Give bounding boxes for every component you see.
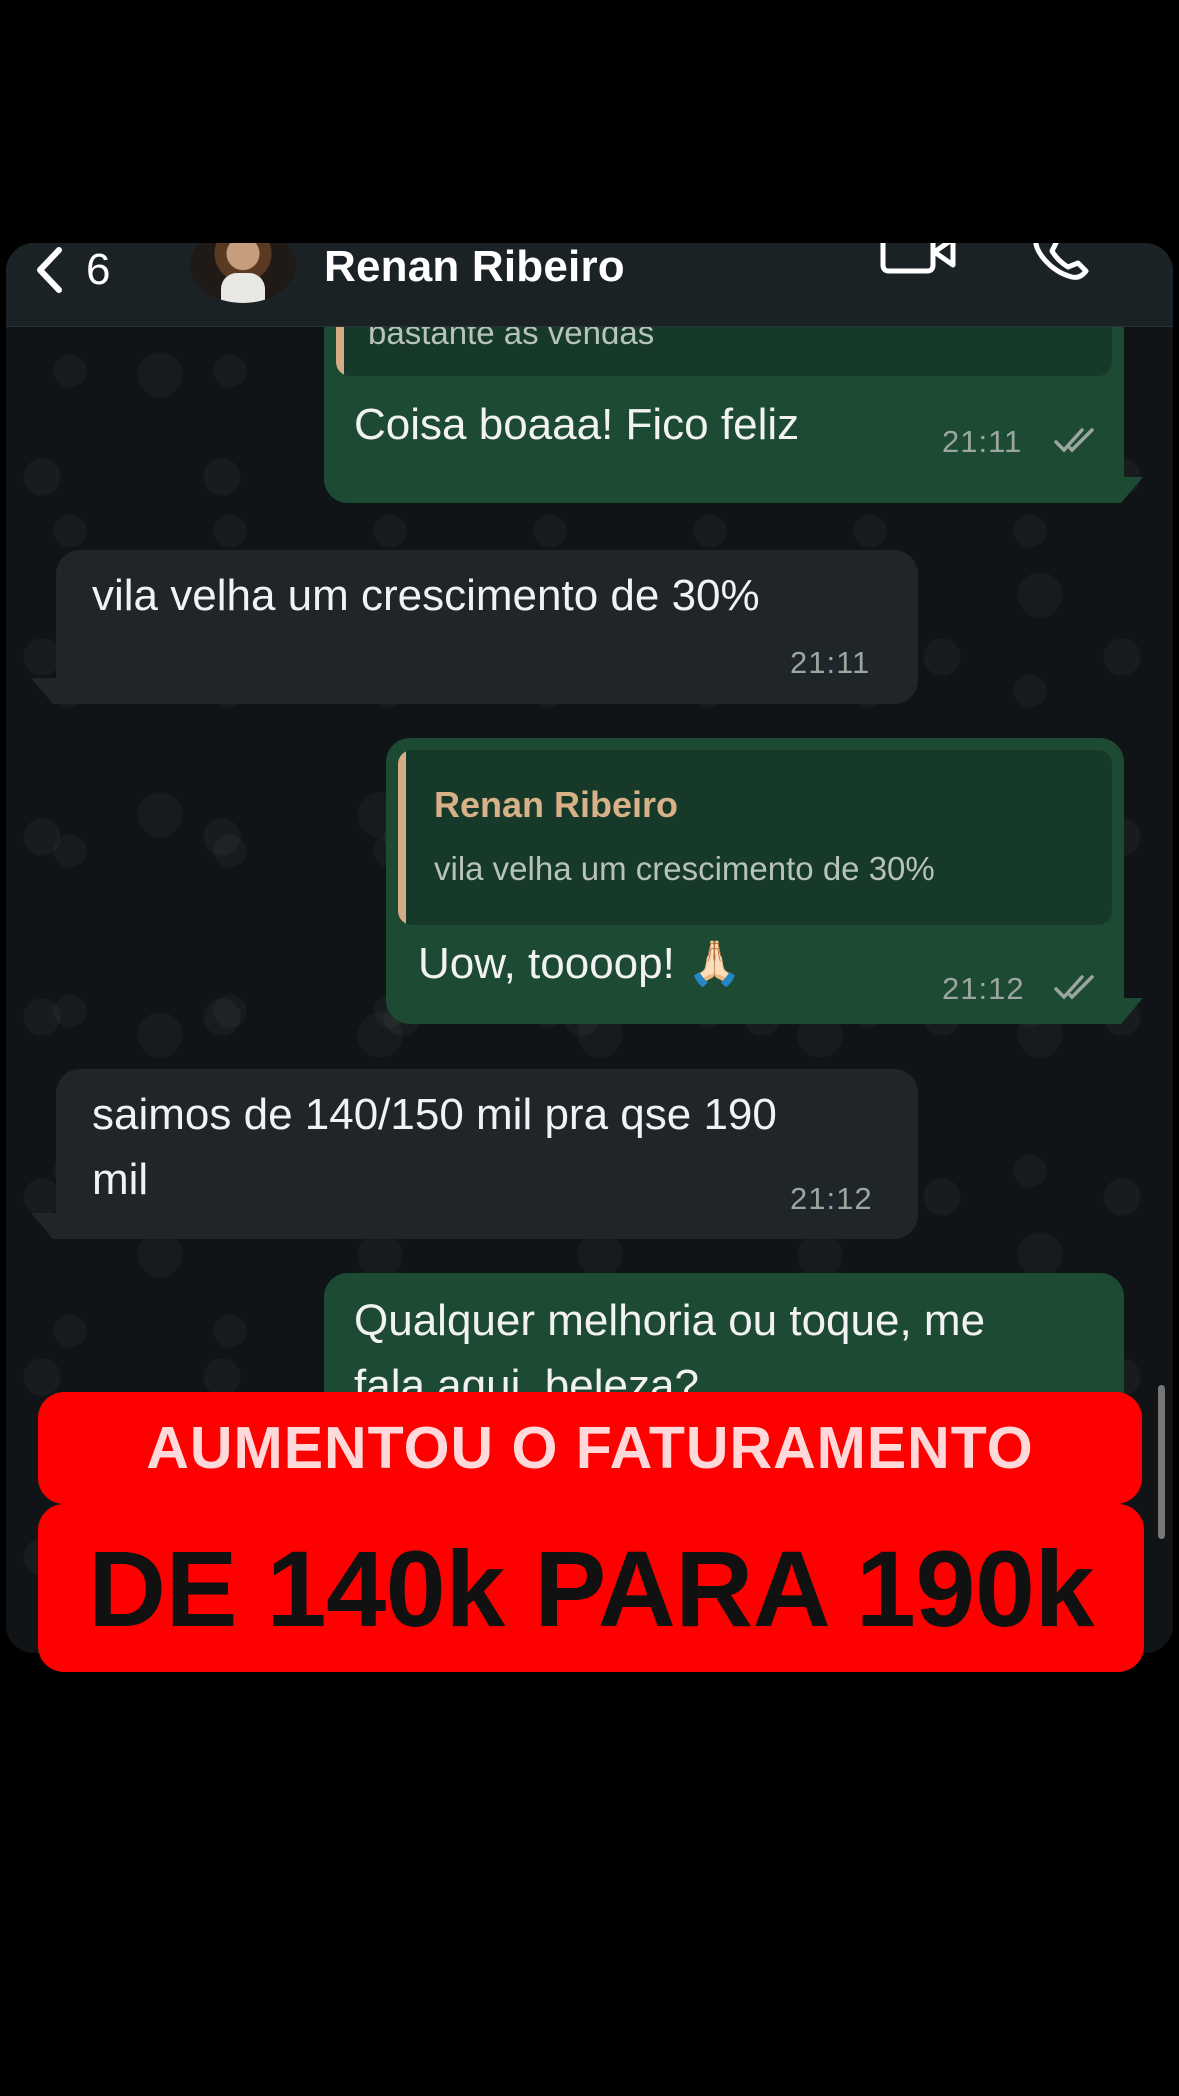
unread-count: 6 bbox=[86, 245, 111, 294]
quote-accent-bar bbox=[398, 750, 406, 925]
quote-author: Renan Ribeiro bbox=[434, 784, 679, 825]
message-text: vila velha um crescimento de 30% bbox=[92, 571, 760, 620]
avatar[interactable] bbox=[190, 243, 296, 303]
read-ticks-icon bbox=[1054, 428, 1094, 453]
contact-name[interactable]: Renan Ribeiro bbox=[324, 243, 625, 292]
message-incoming[interactable]: saimos de 140/150 mil pra qse 190 mil 21… bbox=[56, 1069, 918, 1239]
message-text: Qualquer melhoria ou toque, me bbox=[354, 1296, 986, 1345]
overlay-banner-bottom: DE 140k PARA 190k bbox=[38, 1504, 1144, 1672]
message-text: Uow, toooop! 🙏🏻 bbox=[418, 939, 742, 988]
message-time: 21:11 bbox=[942, 424, 1023, 459]
phone-call-icon[interactable] bbox=[1028, 243, 1098, 281]
scrollbar[interactable] bbox=[1158, 1385, 1165, 1539]
message-outgoing[interactable]: Renan Ribeiro vila velha um crescimento … bbox=[386, 738, 1124, 1024]
quote-text: vila velha um crescimento de 30% bbox=[434, 850, 935, 887]
message-incoming[interactable]: vila velha um crescimento de 30% 21:11 bbox=[56, 550, 918, 704]
read-ticks-icon bbox=[1054, 975, 1094, 1000]
message-text: Coisa boaaa! Fico feliz bbox=[354, 400, 800, 449]
chat-header: 6 Renan Ribeiro bbox=[6, 243, 1173, 327]
message-time: 21:11 bbox=[790, 645, 871, 680]
overlay-subheadline: DE 140k PARA 190k bbox=[87, 1527, 1095, 1649]
message-time: 21:12 bbox=[790, 1181, 873, 1216]
chevron-left-icon bbox=[37, 247, 62, 293]
back-button[interactable]: 6 bbox=[34, 245, 124, 295]
message-time: 21:12 bbox=[942, 971, 1025, 1006]
message-outgoing[interactable]: bastante as vendas Coisa boaaa! Fico fel… bbox=[324, 296, 1124, 503]
overlay-headline: AUMENTOU O FATURAMENTO bbox=[146, 1415, 1034, 1481]
message-text: saimos de 140/150 mil pra qse 190 bbox=[92, 1090, 777, 1139]
quoted-message[interactable]: Renan Ribeiro vila velha um crescimento … bbox=[398, 750, 1112, 925]
video-call-icon[interactable] bbox=[879, 243, 959, 277]
message-text: mil bbox=[92, 1155, 149, 1204]
overlay-banner-top: AUMENTOU O FATURAMENTO bbox=[38, 1392, 1142, 1504]
